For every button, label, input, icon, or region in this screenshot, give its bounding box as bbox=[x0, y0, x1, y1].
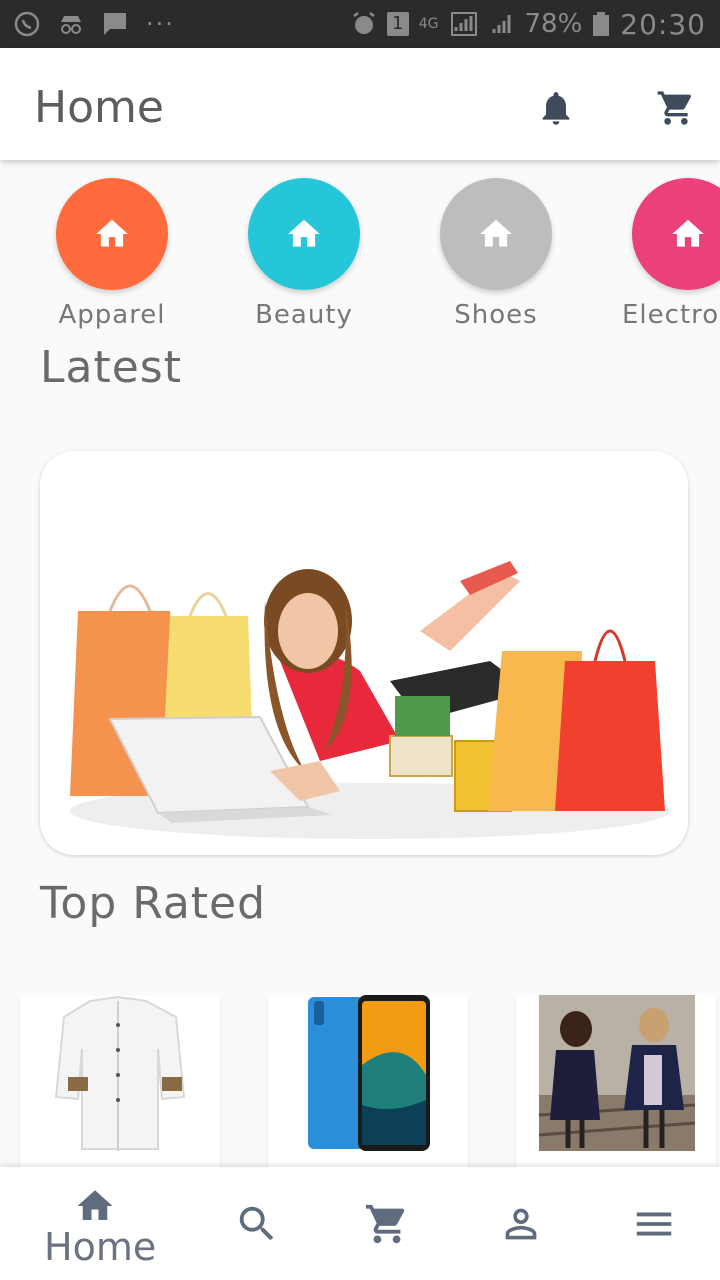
sim-badge: 1 bbox=[386, 12, 409, 36]
home-icon bbox=[480, 219, 512, 247]
search-icon bbox=[239, 1206, 274, 1241]
category-label: Electronics bbox=[622, 300, 720, 330]
nav-home[interactable]: Home bbox=[20, 1167, 170, 1280]
category-apparel[interactable]: Apparel bbox=[56, 178, 168, 330]
category-circle[interactable] bbox=[248, 178, 360, 290]
page-title: Home bbox=[34, 82, 164, 133]
category-beauty[interactable]: Beauty bbox=[248, 178, 360, 330]
category-circle[interactable] bbox=[440, 178, 552, 290]
nav-profile[interactable] bbox=[484, 1167, 564, 1280]
network-type: 4G bbox=[418, 16, 439, 32]
category-circle[interactable] bbox=[632, 178, 720, 290]
girls-coats-image bbox=[516, 995, 716, 1167]
white-shirt-image bbox=[20, 995, 220, 1167]
signal-2-icon bbox=[492, 15, 510, 33]
message-icon bbox=[104, 13, 126, 35]
bottom-nav: Home bbox=[0, 1167, 720, 1280]
nav-menu[interactable] bbox=[616, 1167, 696, 1280]
category-label: Apparel bbox=[58, 300, 166, 330]
home-icon bbox=[288, 219, 320, 247]
battery-icon bbox=[593, 12, 610, 36]
latest-banner[interactable] bbox=[40, 451, 688, 855]
clock: 20:30 bbox=[620, 7, 706, 41]
alarm-icon bbox=[352, 12, 375, 34]
smartphone-image bbox=[268, 995, 468, 1167]
top-rated-card[interactable] bbox=[20, 995, 220, 1167]
category-label: Beauty bbox=[255, 300, 353, 330]
category-electronics[interactable]: Electronics bbox=[622, 178, 720, 330]
signal-icon bbox=[450, 12, 477, 36]
top-rated-heading: Top Rated bbox=[40, 878, 267, 929]
person-icon bbox=[505, 1208, 537, 1240]
nav-home-label: Home bbox=[44, 1225, 157, 1269]
category-label: Shoes bbox=[454, 300, 538, 330]
whatsapp-icon bbox=[14, 11, 40, 37]
category-shoes[interactable]: Shoes bbox=[440, 178, 552, 330]
app-bar: Home bbox=[0, 48, 720, 160]
nav-cart[interactable] bbox=[350, 1167, 430, 1280]
bell-icon[interactable] bbox=[536, 88, 576, 128]
more-notifications: ··· bbox=[146, 10, 175, 38]
menu-icon bbox=[636, 1212, 672, 1236]
status-bar: ··· 1 4G 78% 20:30 bbox=[0, 0, 720, 48]
shopping-woman-image bbox=[40, 451, 688, 855]
top-rated-card[interactable] bbox=[268, 995, 468, 1167]
cart-icon bbox=[365, 1204, 405, 1244]
home-icon bbox=[77, 1190, 113, 1220]
battery-percent: 78% bbox=[524, 9, 583, 39]
screen: ··· 1 4G 78% 20:30 Home Apparel Beauty S… bbox=[0, 0, 720, 1280]
cart-icon[interactable] bbox=[656, 88, 696, 128]
latest-heading: Latest bbox=[40, 342, 182, 393]
home-icon bbox=[672, 219, 704, 247]
top-rated-card[interactable] bbox=[516, 995, 716, 1167]
category-circle[interactable] bbox=[56, 178, 168, 290]
incognito-icon bbox=[61, 16, 81, 34]
nav-search[interactable] bbox=[220, 1167, 300, 1280]
home-icon bbox=[96, 219, 128, 247]
